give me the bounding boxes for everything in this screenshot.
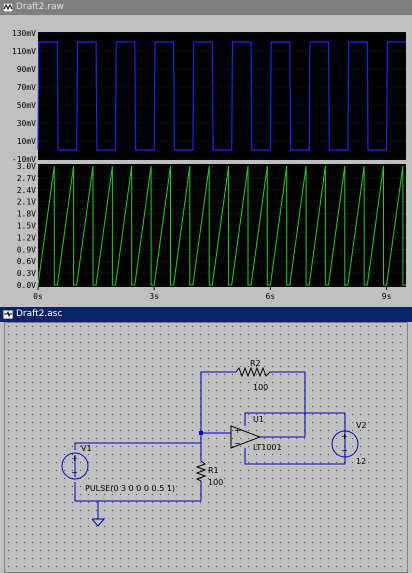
schematic-window-titlebar[interactable]: Draft2.asc: [0, 307, 412, 322]
junction-dot[interactable]: [199, 431, 203, 435]
bottom-y-tick-label: 2.4V: [17, 186, 36, 195]
x-tick-label: 0s: [33, 292, 43, 301]
v2-value-label[interactable]: 12: [356, 457, 366, 466]
top-y-tick-label: 130mV: [12, 29, 36, 38]
schematic-canvas[interactable]: + − V1 PULSE(0 3 0 0 0 0.5 1) R1 100 R2 …: [4, 322, 408, 573]
schematic-window-title: Draft2.asc: [16, 309, 63, 319]
bottom-y-tick-label: 2.7V: [17, 174, 36, 183]
r1-name-label[interactable]: R1: [208, 466, 219, 475]
svg-text:−: −: [234, 439, 241, 448]
bottom-y-tick-label: 0.3V: [17, 269, 36, 278]
waveform-window-titlebar[interactable]: Draft2.raw: [0, 0, 412, 15]
u1-name-label[interactable]: U1: [253, 415, 264, 424]
bottom-y-tick-label: 3.0V: [17, 162, 36, 171]
x-tick-label: 6s: [266, 292, 276, 301]
x-tick-label: 9s: [382, 292, 392, 301]
bottom-y-tick-label: 1.8V: [17, 210, 36, 219]
top-y-tick-label: 50mV: [17, 101, 36, 110]
bottom-y-tick-label: 0.0V: [17, 281, 36, 290]
top-y-tick-label: 30mV: [17, 119, 36, 128]
bottom-pane-y-ticks: 3.0V 2.7V 2.4V 2.1V 1.8V 1.5V 1.2V 0.9V 0.6V 0.3V…: [17, 162, 36, 290]
bottom-y-tick-label: 0.6V: [17, 257, 36, 266]
waveform-window[interactable]: Draft2.raw 130mV 110mV 90mV 70mV 50mV 30mV 10m…: [0, 0, 412, 306]
top-y-tick-label: 90mV: [17, 65, 36, 74]
waveform-window-title: Draft2.raw: [16, 2, 64, 12]
bottom-y-tick-label: 1.2V: [17, 233, 36, 242]
svg-text:−: −: [341, 446, 348, 455]
v1-name-label[interactable]: V1: [81, 444, 92, 453]
schematic-window[interactable]: Draft2.asc + − V1 PULSE(0 3 0 0 0 0.5 1)…: [0, 307, 412, 573]
svg-text:+: +: [341, 432, 348, 441]
r1-value-label[interactable]: 100: [208, 478, 223, 487]
r2-value-label[interactable]: 100: [253, 383, 268, 392]
u1-value-label[interactable]: LT1001: [253, 443, 282, 452]
v1-value-label[interactable]: PULSE(0 3 0 0 0 0.5 1): [85, 484, 175, 493]
top-y-tick-label: 10mV: [17, 137, 36, 146]
top-y-tick-label: 110mV: [12, 47, 36, 56]
svg-text:+: +: [71, 454, 78, 463]
bottom-y-tick-label: 1.5V: [17, 222, 36, 231]
r2-name-label[interactable]: R2: [250, 359, 261, 368]
bottom-y-tick-label: 2.1V: [17, 198, 36, 207]
svg-text:+: +: [234, 426, 241, 435]
schematic-right-edge: [408, 322, 412, 573]
bottom-y-tick-label: 0.9V: [17, 245, 36, 254]
v2-name-label[interactable]: V2: [356, 421, 367, 430]
waveform-plot[interactable]: 130mV110mV90mV70mV50mV30mV10mV-10mV 3.0V…: [0, 15, 412, 306]
top-y-tick-label: 70mV: [17, 83, 36, 92]
x-tick-label: 3s: [149, 292, 159, 301]
schematic-file-icon: [3, 310, 13, 319]
waveform-file-icon: [3, 3, 13, 12]
svg-text:−: −: [71, 468, 78, 477]
